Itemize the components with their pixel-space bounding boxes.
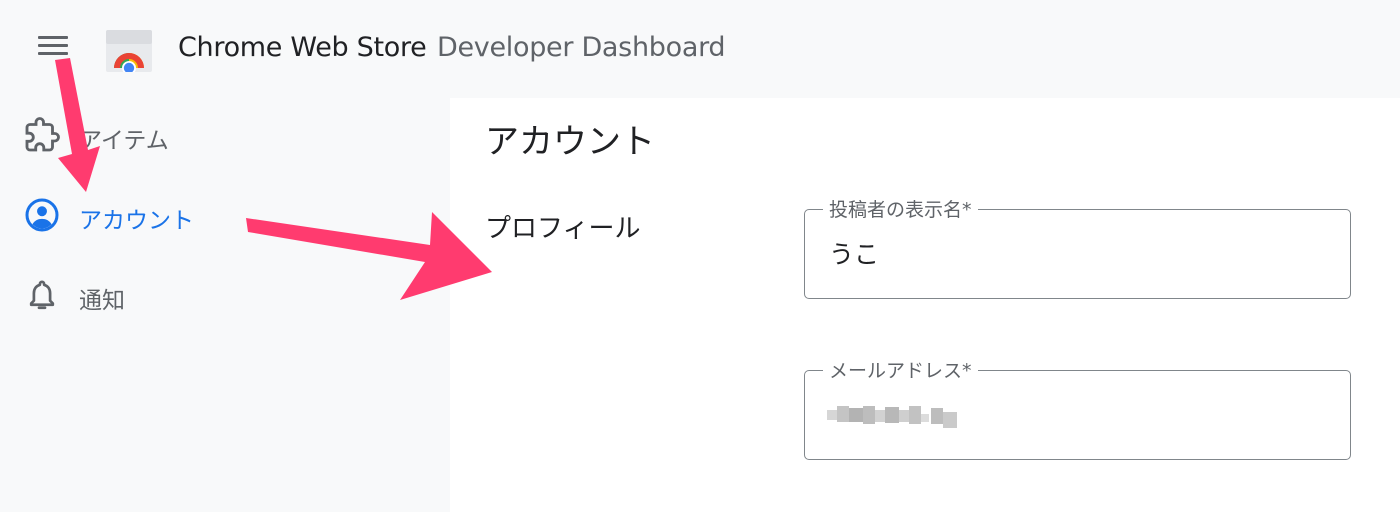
email-field[interactable]: メールアドレス* <box>804 356 1351 460</box>
sidebar-item-label: 通知 <box>79 288 125 314</box>
app-subtitle: Developer Dashboard <box>437 32 726 63</box>
page-title: アカウント <box>485 122 655 162</box>
field-label: 投稿者の表示名* <box>823 195 978 222</box>
bell-icon <box>29 280 55 310</box>
sidebar-item-account[interactable]: アカウント <box>22 193 422 237</box>
top-app-bar: Chrome Web Store Developer Dashboard <box>0 0 1400 98</box>
redacted-email-value <box>827 404 967 428</box>
sidebar-item-label: アイテム <box>79 128 169 154</box>
sidebar-item-label: アカウント <box>79 208 194 234</box>
field-label: メールアドレス* <box>823 356 978 383</box>
chrome-web-store-logo <box>106 30 152 72</box>
sidebar-item-items[interactable]: アイテム <box>22 113 422 157</box>
hamburger-menu-icon[interactable] <box>38 33 70 59</box>
sidebar-nav: アイテム アカウント 通知 <box>0 98 450 512</box>
publisher-name-field[interactable]: 投稿者の表示名* <box>804 195 1351 299</box>
publisher-name-input[interactable] <box>829 238 1309 267</box>
section-label-profile: プロフィール <box>485 214 641 244</box>
main-panel: アカウント プロフィール 投稿者の表示名* メールアドレス* <box>450 98 1400 512</box>
app-root: Chrome Web Store Developer Dashboard アイテ… <box>0 0 1400 512</box>
sidebar-item-notifications[interactable]: 通知 <box>22 273 422 317</box>
account-circle-icon <box>25 198 59 232</box>
puzzle-icon <box>25 117 60 152</box>
app-title: Chrome Web Store <box>178 32 427 63</box>
